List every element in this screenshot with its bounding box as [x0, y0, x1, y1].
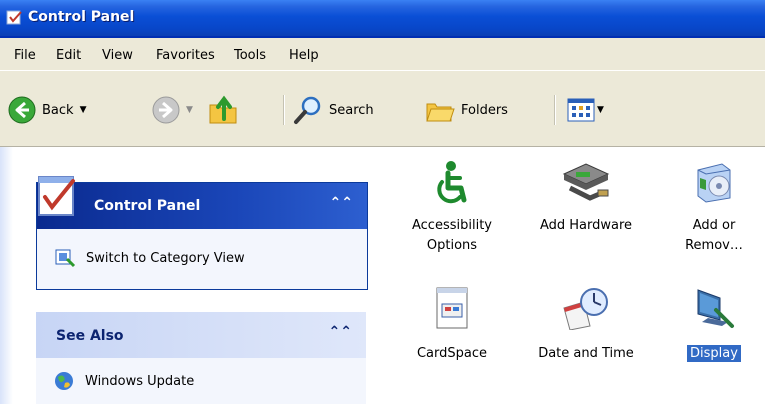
accessibility-options-item[interactable]: Accessibility Options	[404, 160, 500, 256]
menu-bar: File Edit View Favorites Tools Help	[0, 38, 765, 71]
menu-favorites[interactable]: Favorites	[156, 48, 215, 63]
accessibility-options-label-1: Accessibility	[412, 218, 492, 233]
toolbar-separator	[283, 95, 285, 125]
see-also-box-body: Windows Update	[36, 358, 366, 404]
add-remove-programs-label-1: Add or	[692, 218, 736, 233]
cardspace-label: CardSpace	[416, 346, 488, 361]
forward-button[interactable]: ▼	[152, 96, 193, 124]
folders-label: Folders	[461, 102, 508, 118]
control-panel-box-title: Control Panel	[94, 198, 201, 214]
date-time-icon	[563, 288, 608, 330]
display-icon	[697, 289, 734, 328]
control-panel-box-header[interactable]: Control Panel ⌃⌃	[37, 176, 367, 229]
switch-category-view-link[interactable]: Switch to Category View	[54, 247, 245, 269]
up-button[interactable]	[207, 93, 241, 127]
cardspace-icon	[436, 287, 468, 329]
see-also-title: See Also	[56, 328, 124, 344]
folders-button[interactable]: Folders	[425, 95, 508, 125]
forward-arrow-icon	[152, 96, 180, 124]
forward-dropdown-icon[interactable]: ▼	[186, 105, 193, 115]
back-dropdown-icon[interactable]: ▼	[80, 105, 87, 115]
search-button[interactable]: Search	[293, 95, 374, 125]
see-also-box-header[interactable]: See Also ⌃⌃	[36, 312, 366, 358]
folder-up-icon	[209, 95, 237, 124]
add-remove-programs-label-2: Remov…	[685, 238, 743, 253]
window-title: Control Panel	[28, 9, 135, 25]
windows-update-icon	[55, 372, 73, 390]
pane-border	[0, 147, 13, 404]
windows-update-label: Windows Update	[85, 373, 195, 389]
folders-icon	[426, 103, 455, 122]
switch-category-view-label: Switch to Category View	[86, 250, 245, 266]
views-dropdown-icon[interactable]: ▼	[597, 105, 604, 115]
display-item[interactable]: Display	[668, 286, 760, 364]
back-button[interactable]: Back ▼	[8, 96, 86, 124]
views-icon	[567, 98, 595, 122]
menu-help[interactable]: Help	[289, 48, 319, 63]
accessibility-icon	[437, 161, 467, 204]
add-hardware-item[interactable]: Add Hardware	[522, 160, 650, 236]
add-remove-programs-item[interactable]: Add or Remov…	[668, 160, 760, 256]
title-bar[interactable]: Control Panel	[0, 0, 765, 38]
search-label: Search	[329, 102, 374, 118]
see-also-box: See Also ⌃⌃ Windows Update	[36, 312, 366, 404]
control-panel-checklist-icon	[38, 176, 75, 216]
search-icon	[294, 96, 321, 124]
control-panel-box: Control Panel ⌃⌃ Switch to Category View	[36, 176, 368, 290]
toolbar-separator	[554, 95, 556, 125]
menu-file[interactable]: File	[14, 48, 36, 63]
windows-update-link[interactable]: Windows Update	[53, 370, 194, 392]
add-hardware-label: Add Hardware	[539, 218, 633, 233]
display-label-selected: Display	[687, 345, 741, 362]
back-arrow-icon	[8, 96, 36, 124]
accessibility-options-label-2: Options	[426, 238, 478, 253]
category-view-icon	[55, 249, 76, 268]
control-panel-icon	[6, 10, 22, 25]
views-button[interactable]: ▼	[567, 97, 604, 123]
toolbar: Back ▼ ▼ Search Folders ▼	[0, 71, 765, 147]
display-label: Display	[668, 344, 760, 364]
menu-tools[interactable]: Tools	[234, 48, 266, 63]
collapse-chevron-icon[interactable]: ⌃⌃	[329, 324, 352, 340]
task-pane: Control Panel ⌃⌃ Switch to Category View…	[0, 147, 396, 404]
date-and-time-label: Date and Time	[538, 346, 634, 361]
collapse-chevron-icon[interactable]: ⌃⌃	[330, 195, 353, 211]
date-and-time-item[interactable]: Date and Time	[522, 286, 650, 364]
add-remove-programs-icon	[697, 163, 731, 203]
menu-view[interactable]: View	[102, 48, 133, 63]
menu-edit[interactable]: Edit	[56, 48, 81, 63]
back-label: Back	[42, 102, 74, 118]
control-panel-box-body: Switch to Category View	[37, 229, 367, 289]
cardspace-item[interactable]: CardSpace	[404, 286, 500, 364]
add-hardware-icon	[562, 163, 610, 201]
